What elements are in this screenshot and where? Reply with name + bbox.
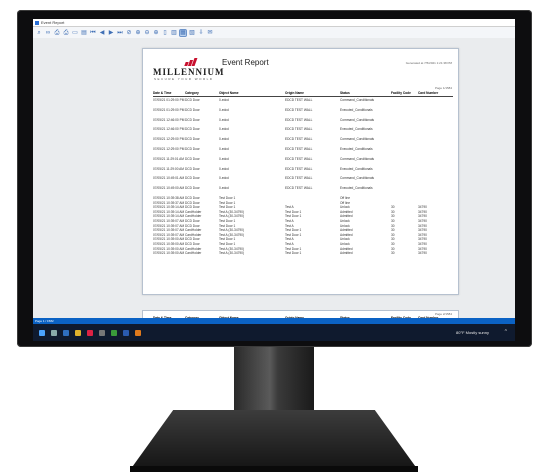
report-viewer[interactable]: MILLENNIUM SECURE YOUR WORLD Event Repor… bbox=[33, 38, 515, 328]
search-icon[interactable]: ⌕ bbox=[36, 30, 42, 36]
binoculars-icon[interactable]: ∞ bbox=[45, 30, 51, 36]
col-object-name: Object Name bbox=[219, 91, 239, 95]
last-page-icon[interactable]: ⏭ bbox=[117, 30, 123, 36]
multipage-icon[interactable]: ▥ bbox=[171, 30, 177, 36]
col-status: Status bbox=[340, 91, 350, 95]
export-icon[interactable]: ▤ bbox=[81, 30, 87, 36]
zoom-out-icon[interactable]: ⊖ bbox=[144, 30, 150, 36]
first-page-icon[interactable]: ⏮ bbox=[90, 30, 96, 36]
report-page: MILLENNIUM SECURE YOUR WORLD Event Repor… bbox=[142, 48, 459, 295]
print-icon[interactable]: ⎙ bbox=[54, 30, 60, 36]
report-title: Event Report bbox=[222, 58, 269, 67]
page-setup-icon[interactable]: ▭ bbox=[72, 30, 78, 36]
logo-mark-icon bbox=[184, 58, 199, 66]
taskbar: 80°F Mostly sunny ^ bbox=[33, 324, 515, 341]
chrome-icon[interactable] bbox=[111, 329, 117, 336]
app-icon-3[interactable] bbox=[123, 329, 129, 336]
app-icon bbox=[35, 20, 39, 25]
col-category: Category bbox=[185, 91, 199, 95]
page-number: Page 1/1584 bbox=[434, 86, 452, 90]
window-title: Event Report bbox=[41, 20, 65, 25]
export-dropdown-icon[interactable]: ⇩ bbox=[198, 30, 204, 36]
search-taskbar-icon[interactable] bbox=[51, 329, 57, 336]
page-view-icon[interactable]: ▯ bbox=[162, 30, 168, 36]
file-explorer-icon[interactable] bbox=[75, 329, 81, 336]
stop-icon[interactable]: ⊘ bbox=[126, 30, 132, 36]
print-setup-icon[interactable]: ⎙ bbox=[63, 30, 69, 36]
continuous-view-icon[interactable]: ▦ bbox=[179, 28, 187, 37]
col-card-number: Card Number bbox=[418, 91, 439, 95]
table-header: Date & Time Category Object Name Origin … bbox=[153, 91, 453, 97]
generated-timestamp: Generated at 7/5/2021 1:21:38 PM bbox=[405, 61, 452, 65]
col-origin-name: Origin Name bbox=[285, 91, 304, 95]
col-facility-code: Facility Code bbox=[391, 91, 411, 95]
previous-page-icon[interactable]: ◀ bbox=[99, 30, 105, 36]
col-date-time: Date & Time bbox=[153, 91, 172, 95]
app-icon-4[interactable] bbox=[135, 329, 141, 336]
next-page-icon[interactable]: ▶ bbox=[108, 30, 114, 36]
logo-tagline: SECURE YOUR WORLD bbox=[154, 77, 214, 81]
zoom-in-icon[interactable]: ⊕ bbox=[135, 30, 141, 36]
chevron-up-icon[interactable]: ^ bbox=[505, 329, 507, 335]
app-icon-1[interactable] bbox=[87, 329, 93, 336]
screen: Event Report ⌕ ∞ ⎙ ⎙ ▭ ▤ ⏮ ◀ ▶ ⏭ ⊘ ⊕ ⊖ ⊕… bbox=[33, 19, 515, 341]
app-icon-2[interactable] bbox=[99, 329, 105, 336]
monitor-stand-base bbox=[130, 410, 418, 470]
monitor-stand-neck bbox=[234, 347, 314, 417]
page-status: Page 1 / 1582 bbox=[35, 319, 54, 323]
logo-wordmark: MILLENNIUM bbox=[153, 67, 225, 77]
zoom-icon[interactable]: ⊕ bbox=[153, 30, 159, 36]
email-icon[interactable]: ✉ bbox=[207, 30, 213, 36]
window-titlebar: Event Report bbox=[33, 19, 515, 27]
task-view-icon[interactable] bbox=[63, 329, 69, 336]
thumbnail-icon[interactable]: ▧ bbox=[189, 30, 195, 36]
start-icon[interactable] bbox=[39, 329, 45, 336]
weather-widget[interactable]: 80°F Mostly sunny bbox=[456, 330, 489, 335]
monitor-stand-foot bbox=[130, 466, 418, 472]
